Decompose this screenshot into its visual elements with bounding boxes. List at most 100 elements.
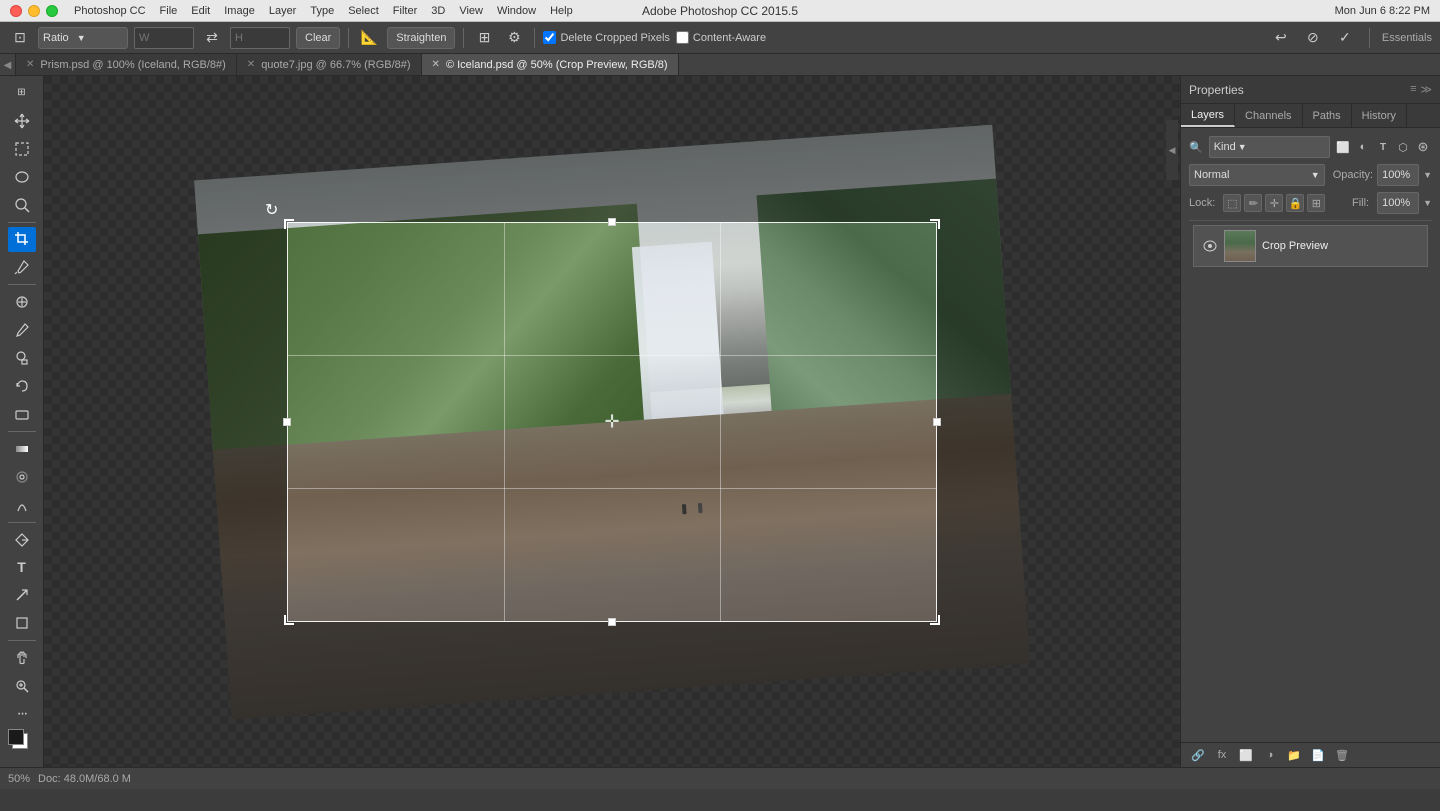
menu-type[interactable]: Type bbox=[310, 5, 334, 17]
healing-brush-tool[interactable] bbox=[8, 289, 36, 315]
path-select-tool[interactable] bbox=[8, 582, 36, 608]
shape-filter-icon[interactable]: ⬡ bbox=[1394, 138, 1412, 156]
menu-help[interactable]: Help bbox=[550, 5, 573, 17]
tabs-collapse-left[interactable]: ◀ bbox=[0, 54, 16, 76]
lasso-tool[interactable] bbox=[8, 164, 36, 190]
height-input[interactable] bbox=[230, 27, 290, 49]
straighten-button[interactable]: Straighten bbox=[387, 27, 455, 49]
eyedropper-tool[interactable] bbox=[8, 254, 36, 280]
tab-channels[interactable]: Channels bbox=[1235, 104, 1302, 127]
tab-history[interactable]: History bbox=[1352, 104, 1407, 127]
kind-filter-select[interactable]: Kind ▼ bbox=[1209, 136, 1330, 158]
rectangle-select-tool[interactable] bbox=[8, 136, 36, 162]
eraser-tool[interactable] bbox=[8, 401, 36, 427]
undo-icon[interactable]: ↩ bbox=[1269, 27, 1293, 49]
crop-tool[interactable] bbox=[8, 227, 36, 253]
menu-image[interactable]: Image bbox=[224, 5, 255, 17]
menu-view[interactable]: View bbox=[459, 5, 483, 17]
text-tool[interactable]: T bbox=[8, 555, 36, 581]
clear-button[interactable]: Clear bbox=[296, 27, 340, 49]
content-aware-input[interactable] bbox=[676, 31, 689, 44]
new-group-icon[interactable]: 📁 bbox=[1285, 747, 1303, 763]
grid-icon[interactable]: ⊞ bbox=[472, 27, 496, 49]
panel-menu-icon[interactable]: ≡ bbox=[1410, 83, 1416, 96]
settings-icon[interactable]: ⚙ bbox=[502, 27, 526, 49]
hand-tool[interactable] bbox=[8, 645, 36, 671]
delete-cropped-checkbox[interactable]: Delete Cropped Pixels bbox=[543, 31, 669, 44]
brush-tool[interactable] bbox=[8, 317, 36, 343]
tab-prism[interactable]: ✕ Prism.psd @ 100% (Iceland, RGB/8#) bbox=[16, 54, 237, 75]
commit-crop-icon[interactable]: ✓ bbox=[1333, 27, 1357, 49]
close-button[interactable] bbox=[10, 5, 22, 17]
history-brush-tool[interactable] bbox=[8, 373, 36, 399]
content-aware-checkbox[interactable]: Content-Aware bbox=[676, 31, 766, 44]
delete-layer-icon[interactable]: 🗑 bbox=[1333, 747, 1351, 763]
rotation-cursor[interactable]: ↻ bbox=[265, 200, 278, 220]
extra-tools[interactable]: ··· bbox=[8, 701, 36, 727]
menu-edit[interactable]: Edit bbox=[191, 5, 210, 17]
cancel-crop-icon[interactable]: ⊘ bbox=[1301, 27, 1325, 49]
handle-middle-left[interactable] bbox=[283, 418, 291, 426]
tab-close-iceland[interactable]: ✕ bbox=[432, 59, 440, 70]
blur-tool[interactable] bbox=[8, 464, 36, 490]
move-tool[interactable] bbox=[8, 108, 36, 134]
crop-overlay-container[interactable]: ↻ ✛ bbox=[287, 222, 937, 622]
width-input[interactable] bbox=[134, 27, 194, 49]
menu-layer[interactable]: Layer bbox=[269, 5, 297, 17]
menu-3d[interactable]: 3D bbox=[431, 5, 445, 17]
new-layer-icon[interactable]: 📄 bbox=[1309, 747, 1327, 763]
lock-position-icon[interactable]: ✏ bbox=[1244, 194, 1262, 212]
tab-paths[interactable]: Paths bbox=[1303, 104, 1352, 127]
adjustment-filter-icon[interactable]: ◐ bbox=[1354, 138, 1372, 156]
clone-stamp-tool[interactable] bbox=[8, 345, 36, 371]
handle-bottom-right[interactable] bbox=[930, 615, 940, 625]
ratio-select[interactable]: Ratio ▼ bbox=[38, 27, 128, 49]
quick-select-tool[interactable] bbox=[8, 192, 36, 218]
tab-close-quote7[interactable]: ✕ bbox=[247, 59, 255, 70]
handle-top-center[interactable] bbox=[608, 218, 616, 226]
shape-tool[interactable] bbox=[8, 610, 36, 636]
expand-tools-icon[interactable]: ⊞ bbox=[8, 80, 36, 106]
smart-filter-icon[interactable]: ⊛ bbox=[1414, 138, 1432, 156]
dodge-tool[interactable] bbox=[8, 492, 36, 518]
swap-dimensions-icon[interactable]: ⇄ bbox=[200, 27, 224, 49]
pen-tool[interactable] bbox=[8, 527, 36, 553]
foreground-background-colors[interactable] bbox=[8, 729, 36, 757]
tab-quote7[interactable]: ✕ quote7.jpg @ 66.7% (RGB/8#) bbox=[237, 54, 422, 75]
menu-file[interactable]: File bbox=[160, 5, 178, 17]
pixel-filter-icon[interactable]: ⬜ bbox=[1334, 138, 1352, 156]
menu-select[interactable]: Select bbox=[348, 5, 379, 17]
handle-bottom-left[interactable] bbox=[284, 615, 294, 625]
tab-close-prism[interactable]: ✕ bbox=[26, 59, 34, 70]
add-mask-icon[interactable]: ⬜ bbox=[1237, 747, 1255, 763]
delete-cropped-input[interactable] bbox=[543, 31, 556, 44]
handle-middle-right[interactable] bbox=[933, 418, 941, 426]
lock-all-icon[interactable]: 🔒 bbox=[1286, 194, 1304, 212]
layer-item-crop-preview[interactable]: Crop Preview bbox=[1193, 225, 1428, 267]
tab-layers[interactable]: Layers bbox=[1181, 104, 1235, 127]
handle-bottom-center[interactable] bbox=[608, 618, 616, 626]
type-filter-icon[interactable]: T bbox=[1374, 138, 1392, 156]
maximize-button[interactable] bbox=[46, 5, 58, 17]
lock-artboard-icon[interactable]: ✛ bbox=[1265, 194, 1283, 212]
handle-top-left[interactable] bbox=[284, 219, 294, 229]
zoom-tool[interactable] bbox=[8, 673, 36, 699]
menu-window[interactable]: Window bbox=[497, 5, 536, 17]
blend-mode-select[interactable]: Normal ▼ bbox=[1189, 164, 1325, 186]
layer-visibility-icon[interactable] bbox=[1202, 238, 1218, 254]
new-adjustment-icon[interactable]: ◑ bbox=[1261, 747, 1279, 763]
opacity-dropdown[interactable]: ▼ bbox=[1423, 170, 1432, 180]
panel-expand-icon[interactable]: ≫ bbox=[1420, 83, 1432, 96]
link-layers-icon[interactable]: 🔗 bbox=[1189, 747, 1207, 763]
lock-extra-icon[interactable]: ⊞ bbox=[1307, 194, 1325, 212]
panel-collapse-left[interactable]: ◀ bbox=[1166, 120, 1178, 180]
foreground-color[interactable] bbox=[8, 729, 24, 745]
opacity-input[interactable] bbox=[1377, 164, 1419, 186]
add-style-icon[interactable]: fx bbox=[1213, 747, 1231, 763]
canvas-area[interactable]: ↻ ✛ bbox=[44, 76, 1180, 767]
fill-input[interactable] bbox=[1377, 192, 1419, 214]
menu-filter[interactable]: Filter bbox=[393, 5, 417, 17]
fill-dropdown[interactable]: ▼ bbox=[1423, 198, 1432, 208]
minimize-button[interactable] bbox=[28, 5, 40, 17]
gradient-tool[interactable] bbox=[8, 436, 36, 462]
